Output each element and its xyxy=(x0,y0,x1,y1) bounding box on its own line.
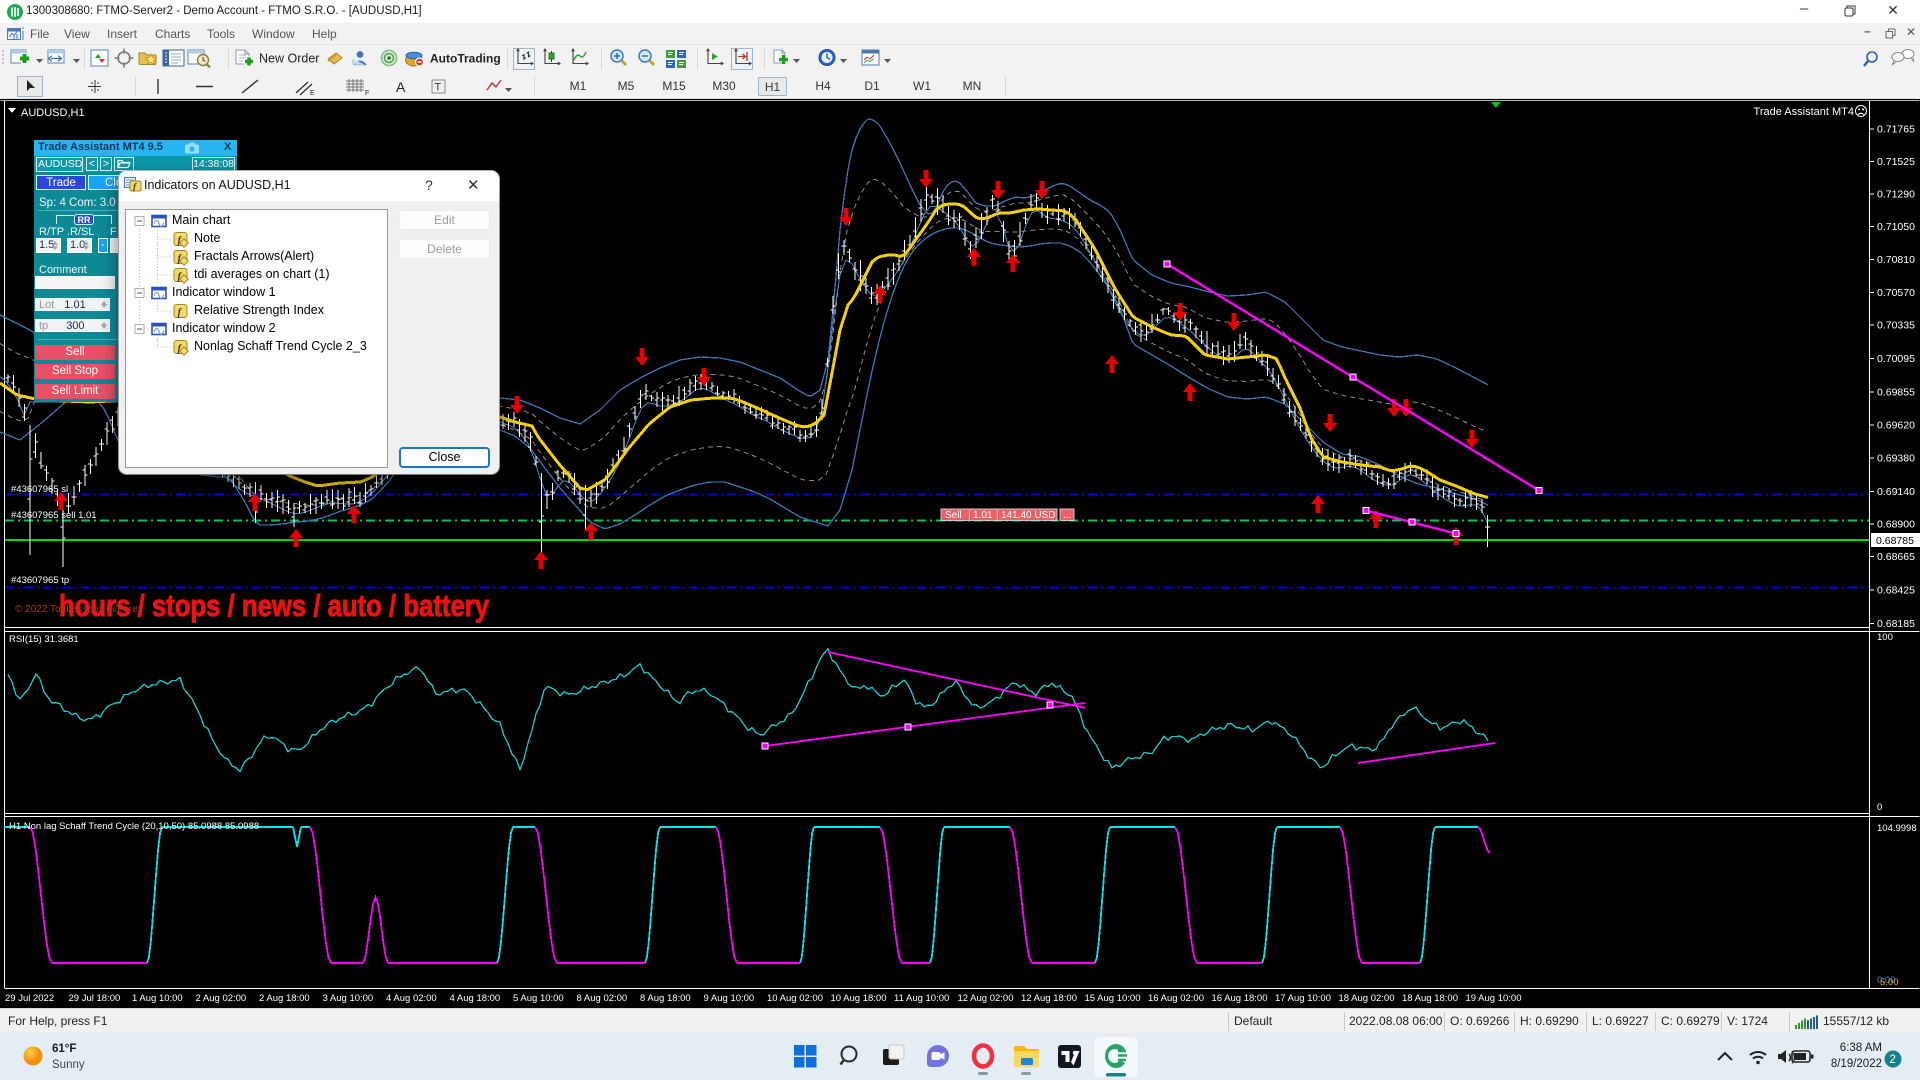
svg-text:Sell: Sell xyxy=(945,510,962,521)
svg-text:© 2022 TopLessons.In/Forex: © 2022 TopLessons.In/Forex xyxy=(15,604,143,615)
svg-text:0.70335: 0.70335 xyxy=(1877,320,1915,332)
svg-text:0.68425: 0.68425 xyxy=(1877,585,1915,597)
svg-text:4 Aug 18:00: 4 Aug 18:00 xyxy=(450,993,501,1004)
svg-text:12 Aug 02:00: 12 Aug 02:00 xyxy=(958,993,1014,1004)
svg-text:E: E xyxy=(310,90,315,97)
svg-text:10 Aug 02:00: 10 Aug 02:00 xyxy=(767,993,823,1004)
svg-text:0.71290: 0.71290 xyxy=(1877,189,1915,201)
svg-text:Trade Assistant MT4: Trade Assistant MT4 xyxy=(1754,106,1854,118)
svg-text:16 Aug 02:00: 16 Aug 02:00 xyxy=(1148,993,1204,1004)
svg-text:2 Aug 02:00: 2 Aug 02:00 xyxy=(196,993,247,1004)
svg-text:18 Aug 18:00: 18 Aug 18:00 xyxy=(1402,993,1458,1004)
svg-text:0.70810: 0.70810 xyxy=(1877,254,1915,266)
svg-text:3 Aug 10:00: 3 Aug 10:00 xyxy=(323,993,374,1004)
svg-text:15 Aug 10:00: 15 Aug 10:00 xyxy=(1085,993,1141,1004)
svg-text:19 Aug 10:00: 19 Aug 10:00 xyxy=(1466,993,1522,1004)
svg-text:0.68665: 0.68665 xyxy=(1877,551,1915,563)
svg-text:0.68900: 0.68900 xyxy=(1877,519,1915,531)
svg-text:11 Aug 10:00: 11 Aug 10:00 xyxy=(894,993,949,1004)
svg-text:141.40 USD: 141.40 USD xyxy=(1001,510,1055,521)
svg-text:A: A xyxy=(396,79,406,95)
svg-text:104.9998: 104.9998 xyxy=(1877,823,1917,834)
svg-text:12 Aug 18:00: 12 Aug 18:00 xyxy=(1021,993,1077,1004)
svg-text:H1 Non lag Schaff Trend Cycle: H1 Non lag Schaff Trend Cycle (20,10,50)… xyxy=(9,821,259,832)
svg-text:5 Aug 10:00: 5 Aug 10:00 xyxy=(513,993,564,1004)
svg-text:#43607965 sell 1.01: #43607965 sell 1.01 xyxy=(11,510,97,521)
svg-text:F: F xyxy=(365,90,369,97)
svg-text:2 Aug 18:00: 2 Aug 18:00 xyxy=(259,993,310,1004)
svg-text:10 Aug 18:00: 10 Aug 18:00 xyxy=(831,993,887,1004)
svg-text:29 Jul 2022: 29 Jul 2022 xyxy=(5,993,54,1004)
svg-text:0.68785: 0.68785 xyxy=(1876,535,1914,547)
svg-text:2: 2 xyxy=(1890,1054,1896,1066)
svg-text:0.68185: 0.68185 xyxy=(1877,618,1915,630)
svg-text:8 Aug 02:00: 8 Aug 02:00 xyxy=(577,993,628,1004)
svg-text:|: | xyxy=(968,510,971,521)
svg-text:...: ... xyxy=(1063,510,1071,521)
svg-text:RSI(15) 31.3681: RSI(15) 31.3681 xyxy=(9,634,79,645)
svg-text:8 Aug 18:00: 8 Aug 18:00 xyxy=(640,993,691,1004)
svg-text:0.69855: 0.69855 xyxy=(1877,387,1915,399)
svg-text:#43607965 sl: #43607965 sl xyxy=(11,484,68,495)
svg-text:18 Aug 02:00: 18 Aug 02:00 xyxy=(1339,993,1395,1004)
svg-text:1.01: 1.01 xyxy=(973,510,993,521)
svg-text:0.71765: 0.71765 xyxy=(1877,124,1915,136)
svg-text:5.00: 5.00 xyxy=(1880,977,1899,988)
svg-text:#43607965 tp: #43607965 tp xyxy=(11,575,69,586)
svg-text:1 Aug 10:00: 1 Aug 10:00 xyxy=(132,993,183,1004)
svg-text:0.70095: 0.70095 xyxy=(1877,353,1915,365)
svg-text:New Order: New Order xyxy=(259,52,319,66)
svg-text:16 Aug 18:00: 16 Aug 18:00 xyxy=(1212,993,1268,1004)
svg-text:0.70570: 0.70570 xyxy=(1877,287,1915,299)
svg-text:AutoTrading: AutoTrading xyxy=(430,52,501,66)
svg-text:100: 100 xyxy=(1877,632,1893,643)
svg-text:29 Jul 18:00: 29 Jul 18:00 xyxy=(69,993,121,1004)
svg-text:0.69380: 0.69380 xyxy=(1877,453,1915,465)
svg-text:9 Aug 10:00: 9 Aug 10:00 xyxy=(704,993,755,1004)
svg-text:0.71525: 0.71525 xyxy=(1877,156,1915,168)
svg-text:17 Aug 10:00: 17 Aug 10:00 xyxy=(1275,993,1331,1004)
svg-text:0.69140: 0.69140 xyxy=(1877,486,1915,498)
svg-text:0.71050: 0.71050 xyxy=(1877,221,1915,233)
svg-text:4 Aug 02:00: 4 Aug 02:00 xyxy=(386,993,437,1004)
svg-text:|: | xyxy=(996,510,999,521)
svg-text:AUDUSD,H1: AUDUSD,H1 xyxy=(21,107,85,119)
svg-text:T: T xyxy=(435,82,442,94)
svg-text:0.69620: 0.69620 xyxy=(1877,420,1915,432)
svg-text:0: 0 xyxy=(1877,802,1882,813)
